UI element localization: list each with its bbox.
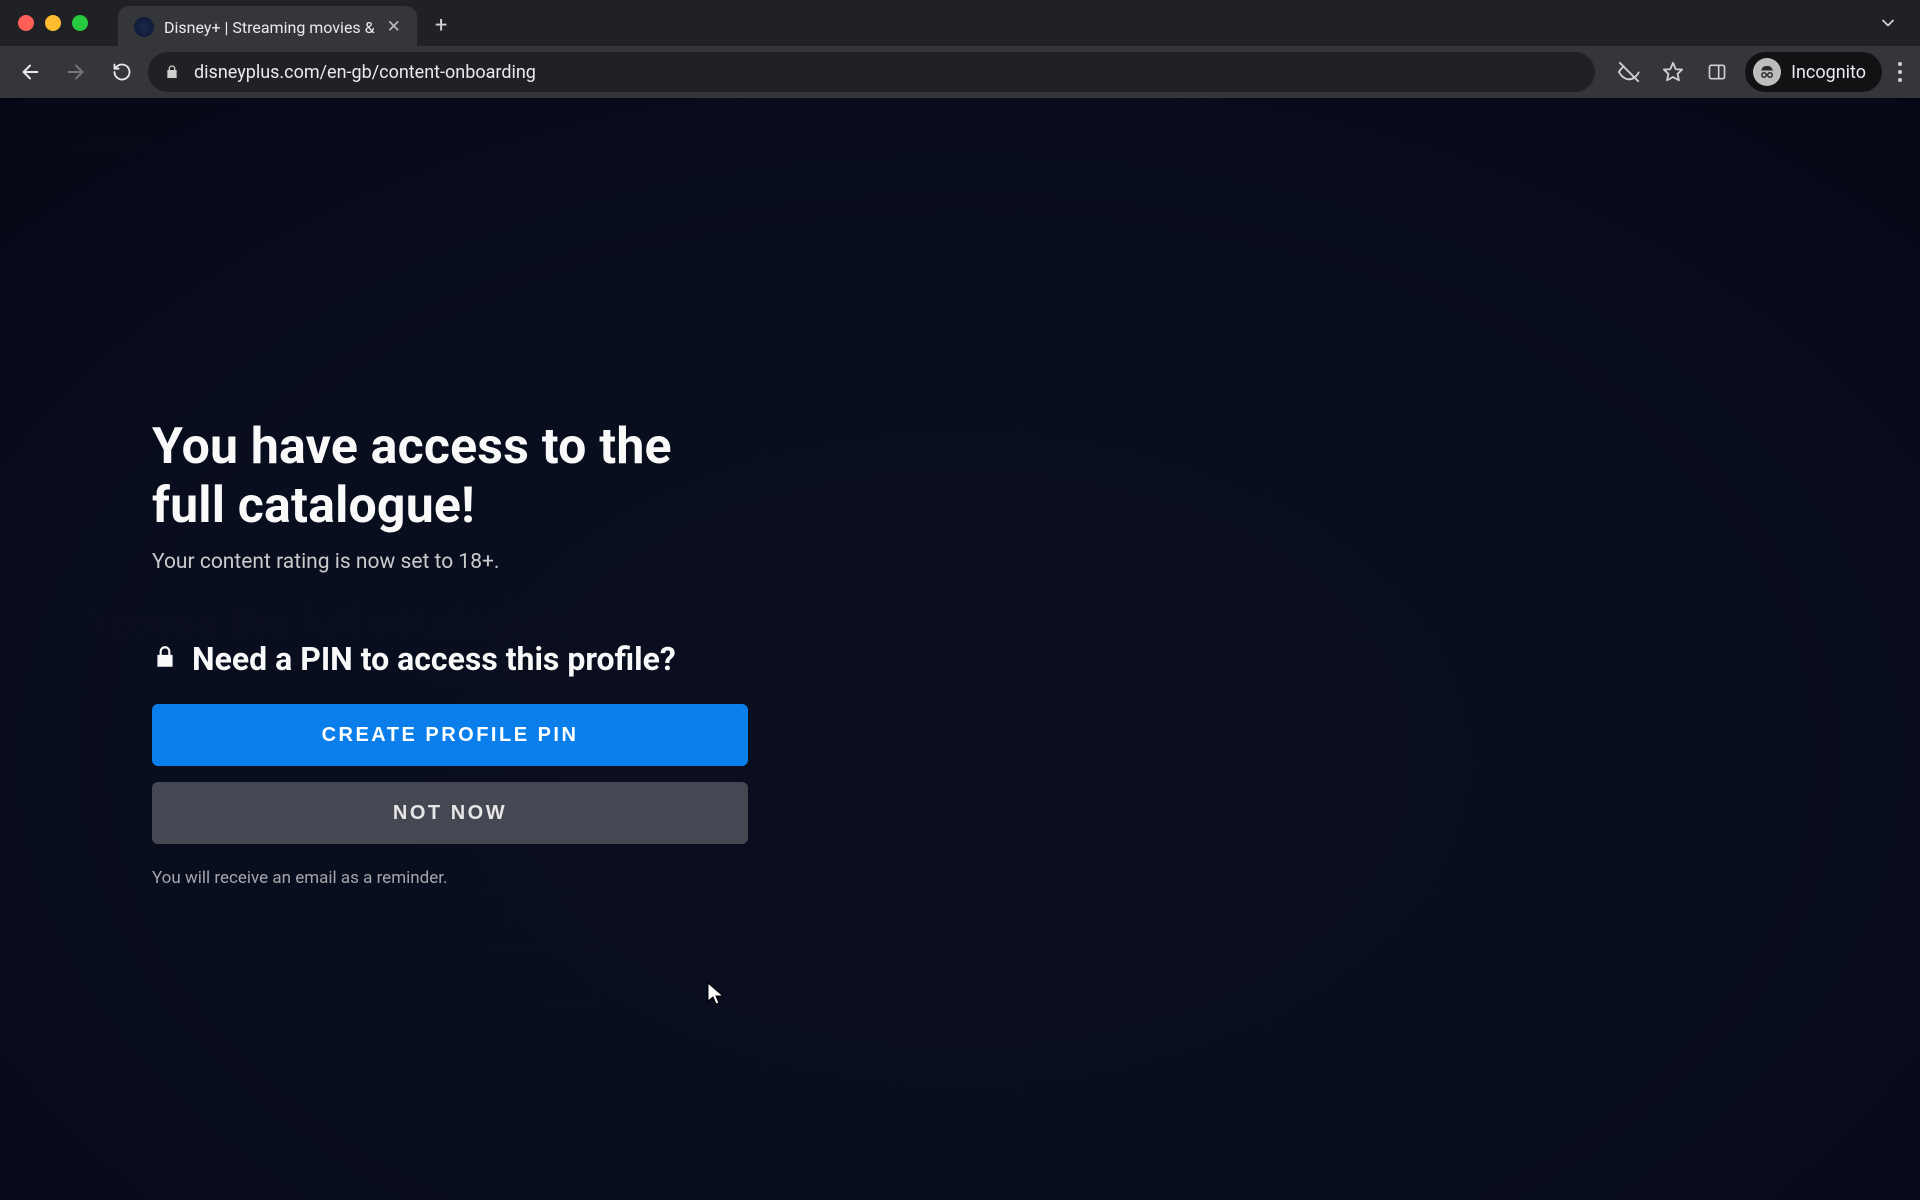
browser-tabstrip: Disney+ | Streaming movies & ✕ +: [0, 0, 1920, 46]
nav-back-button[interactable]: [10, 52, 50, 92]
tabs-dropdown-icon[interactable]: [1878, 13, 1898, 33]
address-bar[interactable]: disneyplus.com/en-gb/content-onboarding: [148, 52, 1595, 92]
window-maximize-button[interactable]: [72, 15, 88, 31]
incognito-label: Incognito: [1791, 62, 1866, 83]
incognito-indicator[interactable]: Incognito: [1745, 52, 1882, 92]
window-controls: [18, 15, 88, 31]
browser-toolbar: disneyplus.com/en-gb/content-onboarding …: [0, 46, 1920, 98]
create-profile-pin-button[interactable]: CREATE PROFILE PIN: [152, 704, 748, 766]
pin-heading-row: Need a PIN to access this profile?: [152, 640, 748, 678]
lock-icon: [152, 640, 178, 678]
toolbar-right: Incognito: [1601, 52, 1910, 92]
not-now-button[interactable]: NOT NOW: [152, 782, 748, 844]
window-minimize-button[interactable]: [45, 15, 61, 31]
window-close-button[interactable]: [18, 15, 34, 31]
bookmark-star-icon[interactable]: [1653, 52, 1693, 92]
incognito-icon: [1753, 58, 1781, 86]
new-tab-button[interactable]: +: [435, 13, 447, 38]
modal-title: You have access to the full catalogue!: [152, 418, 748, 536]
nav-forward-button[interactable]: [56, 52, 96, 92]
side-panel-icon[interactable]: [1697, 52, 1737, 92]
close-tab-icon[interactable]: ✕: [385, 17, 403, 37]
onboarding-modal: You have access to the full catalogue! Y…: [152, 418, 748, 888]
tracking-off-icon[interactable]: [1609, 52, 1649, 92]
modal-subtitle: Your content rating is now set to 18+.: [152, 550, 748, 574]
page-viewport: Disney+ Access the full catalogue You ha…: [0, 98, 1920, 1200]
browser-tab[interactable]: Disney+ | Streaming movies & ✕: [118, 6, 417, 48]
browser-menu-button[interactable]: [1890, 62, 1910, 82]
reminder-note: You will receive an email as a reminder.: [152, 868, 748, 888]
nav-reload-button[interactable]: [102, 52, 142, 92]
address-bar-url: disneyplus.com/en-gb/content-onboarding: [194, 62, 1579, 83]
tab-favicon: [134, 17, 154, 37]
lock-icon: [164, 64, 182, 80]
tab-title: Disney+ | Streaming movies &: [164, 18, 375, 37]
pin-heading: Need a PIN to access this profile?: [192, 640, 676, 678]
